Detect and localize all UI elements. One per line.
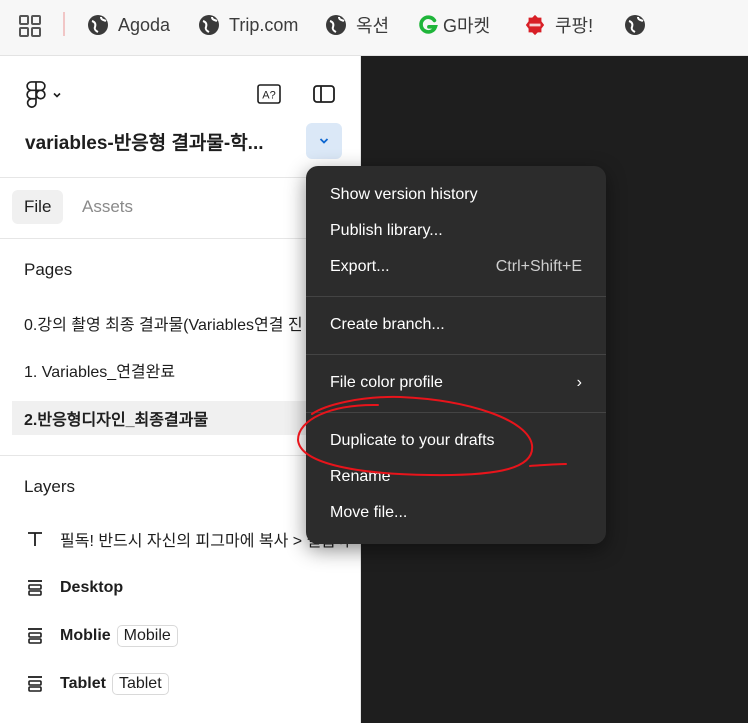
bookmark-label: 쿠팡! (555, 16, 594, 36)
bookmark-gmarket[interactable]: G마켓 (417, 13, 490, 37)
layer-row[interactable]: Moblie Mobile (24, 623, 178, 649)
auto-layout-icon (24, 673, 46, 695)
auto-layout-icon (24, 625, 46, 647)
bookmark-unnamed[interactable] (624, 13, 655, 37)
layer-row[interactable]: 필독! 반드시 자신의 피그마에 복사 > 실습하 (24, 526, 351, 552)
layer-row[interactable]: Tablet Tablet (24, 671, 169, 697)
chevron-down-icon (319, 138, 329, 144)
bookmark-agoda[interactable]: Agoda (87, 13, 170, 37)
bookmark-coupang[interactable]: 쿠팡! (524, 13, 593, 37)
auto-layout-icon (24, 577, 46, 599)
variable-mode-tag: Mobile (116, 625, 178, 647)
bookmark-label: 옥션 (356, 16, 390, 36)
menu-item-label: Duplicate to your drafts (330, 432, 495, 449)
tab-assets[interactable]: Assets (70, 190, 145, 224)
bookmark-label: Trip.com (229, 14, 299, 35)
menu-item-export[interactable]: Export... Ctrl+Shift+E (330, 252, 582, 282)
bookmarks-divider (63, 12, 65, 36)
menu-separator (306, 296, 606, 297)
ai-actions-icon[interactable]: A? (257, 82, 281, 106)
menu-item-rename[interactable]: Rename (330, 462, 582, 492)
figma-logo-icon (26, 81, 46, 108)
globe-icon (87, 14, 109, 36)
menu-item-create-branch[interactable]: Create branch... (330, 310, 582, 340)
chevron-right-icon: › (576, 374, 582, 391)
bookmark-label: Agoda (118, 14, 171, 35)
apps-grid-icon[interactable] (18, 14, 42, 38)
menu-item-label: Move file... (330, 504, 408, 521)
layers-heading: Layers (24, 477, 76, 496)
menu-item-shortcut: Ctrl+Shift+E (495, 258, 582, 275)
bookmark-trip[interactable]: Trip.com (198, 13, 298, 37)
svg-text:A?: A? (262, 90, 275, 102)
globe-icon (624, 14, 646, 36)
menu-item-duplicate-to-drafts[interactable]: Duplicate to your drafts (330, 426, 582, 456)
menu-item-move-file[interactable]: Move file... (330, 498, 582, 528)
menu-separator (306, 412, 606, 413)
bookmarks-bar: Agoda Trip.com 옥션 G마켓 쿠팡! (0, 0, 748, 56)
menu-item-label: Export... (330, 258, 390, 275)
layer-row[interactable]: Desktop (24, 575, 123, 601)
tab-file[interactable]: File (12, 190, 64, 224)
chevron-down-icon (53, 92, 61, 98)
menu-item-show-version-history[interactable]: Show version history (330, 180, 582, 210)
file-context-menu: Show version history Publish library... … (306, 166, 606, 544)
bookmark-label: G마켓 (443, 16, 491, 36)
file-title[interactable]: variables-반응형 결과물-학... (25, 128, 264, 155)
coupang-icon (524, 14, 546, 36)
menu-item-file-color-profile[interactable]: File color profile › (330, 368, 582, 398)
menu-item-label: Rename (330, 468, 391, 485)
menu-item-label: File color profile (330, 374, 443, 391)
menu-item-label: Create branch... (330, 316, 445, 333)
layer-name: Tablet (60, 675, 106, 692)
bookmark-auction[interactable]: 옥션 (325, 13, 389, 37)
main-menu-button[interactable] (26, 81, 62, 108)
menu-item-label: Show version history (330, 186, 478, 203)
toggle-sidebar-icon[interactable] (312, 82, 336, 106)
layer-name: Moblie (60, 627, 111, 644)
menu-item-publish-library[interactable]: Publish library... (330, 216, 582, 246)
globe-icon (325, 14, 347, 36)
menu-item-label: Publish library... (330, 222, 443, 239)
gmarket-icon (417, 14, 439, 36)
pages-heading: Pages (24, 260, 73, 279)
menu-separator (306, 354, 606, 355)
file-menu-dropdown-button[interactable] (306, 123, 342, 159)
layer-name: Desktop (60, 579, 124, 596)
globe-icon (198, 14, 220, 36)
text-icon (24, 528, 46, 550)
variable-mode-tag: Tablet (111, 673, 169, 695)
